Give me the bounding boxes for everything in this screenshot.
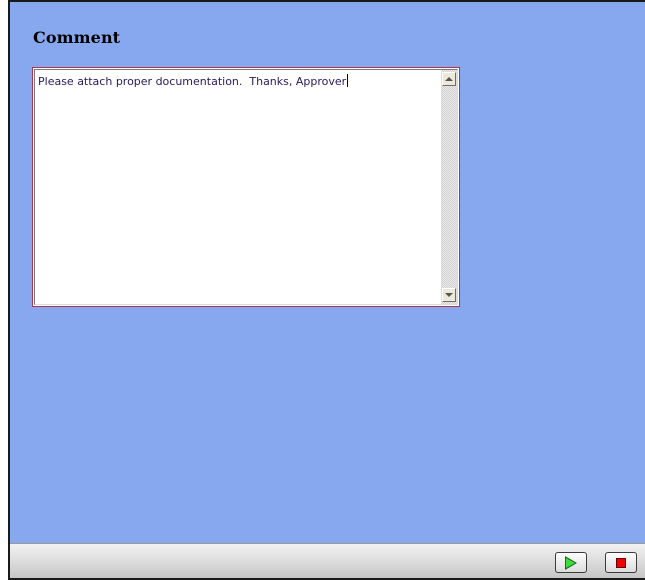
play-icon (565, 555, 577, 570)
comment-text-wrap[interactable]: Please attach proper documentation. Than… (38, 74, 438, 88)
arrow-down-icon (445, 293, 453, 297)
comment-text[interactable]: Please attach proper documentation. Than… (38, 75, 346, 88)
text-caret (347, 74, 349, 87)
vertical-scrollbar[interactable] (441, 70, 457, 304)
play-icon-fill (566, 557, 575, 568)
scroll-up-button[interactable] (442, 72, 456, 86)
form-window: Comment Please attach proper documentati… (8, 0, 645, 580)
play-button[interactable] (555, 552, 587, 573)
stop-icon (616, 557, 626, 568)
comment-heading: Comment (33, 28, 121, 47)
comment-textarea-inner[interactable]: Please attach proper documentation. Than… (34, 69, 458, 305)
comment-textarea[interactable]: Please attach proper documentation. Than… (32, 67, 460, 307)
stop-button[interactable] (605, 552, 637, 573)
arrow-up-icon (445, 77, 453, 81)
scroll-down-button[interactable] (442, 288, 456, 302)
bottom-toolbar (10, 543, 645, 578)
